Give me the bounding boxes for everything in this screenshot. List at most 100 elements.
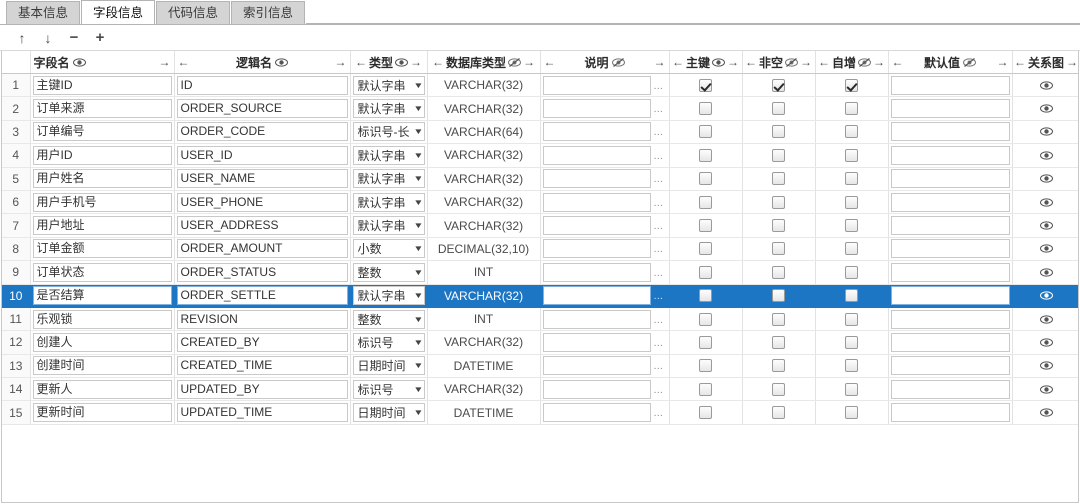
type-cell[interactable]: 日期时间 ▼ xyxy=(350,354,428,379)
type-cell[interactable]: 日期时间 ▼ xyxy=(350,400,428,425)
resize-left-arrow-icon[interactable]: ← xyxy=(432,55,444,69)
primary-key-cell[interactable] xyxy=(669,143,743,168)
eye-icon[interactable] xyxy=(1039,360,1053,371)
default-value-input[interactable] xyxy=(890,216,1010,236)
field-name-input[interactable]: 创建人 xyxy=(32,332,172,352)
desc-cell[interactable]: … xyxy=(540,330,670,355)
type-cell[interactable]: 标识号 ▼ xyxy=(350,377,428,402)
not-null-cell[interactable] xyxy=(742,330,816,355)
resize-left-arrow-icon[interactable]: ← xyxy=(1014,55,1026,69)
logic-name-cell[interactable]: CREATED_BY xyxy=(174,330,351,355)
header-type[interactable]: ← 类型 → xyxy=(350,51,428,74)
desc-more-button[interactable]: … xyxy=(651,403,667,422)
resize-right-arrow-icon[interactable]: → xyxy=(410,55,422,69)
default-value-input[interactable] xyxy=(890,122,1010,142)
default-value-cell[interactable] xyxy=(888,190,1013,215)
primary-key-checkbox[interactable] xyxy=(699,335,712,349)
desc-input[interactable] xyxy=(542,309,651,329)
field-name-cell[interactable]: 用户姓名 xyxy=(30,167,175,191)
table-row[interactable]: 6 用户手机号 USER_PHONE 默认字串 ▼ VARCHAR(32)… xyxy=(2,190,1078,215)
table-row[interactable]: 9 订单状态 ORDER_STATUS 整数 ▼ INT… xyxy=(2,260,1078,285)
type-select[interactable]: 整数 ▼ xyxy=(352,262,425,282)
desc-cell[interactable]: … xyxy=(540,354,670,379)
eye-icon[interactable] xyxy=(1039,173,1053,184)
desc-input[interactable] xyxy=(542,99,651,119)
field-name-cell[interactable]: 订单状态 xyxy=(30,260,175,285)
desc-cell[interactable]: … xyxy=(540,237,670,262)
logic-name-input[interactable]: USER_ID xyxy=(176,145,348,165)
logic-name-cell[interactable]: CREATED_TIME xyxy=(174,354,351,379)
resize-left-arrow-icon[interactable]: ← xyxy=(672,55,684,69)
not-null-cell[interactable] xyxy=(742,143,816,168)
desc-cell[interactable]: … xyxy=(540,96,670,121)
default-value-input[interactable] xyxy=(890,309,1010,329)
default-value-input[interactable] xyxy=(890,356,1010,376)
not-null-cell[interactable] xyxy=(742,96,816,121)
auto-increment-cell[interactable] xyxy=(815,354,889,379)
desc-more-button[interactable]: … xyxy=(651,193,667,212)
row-number-cell[interactable]: 15 xyxy=(2,400,31,425)
field-name-cell[interactable]: 用户地址 xyxy=(30,213,175,238)
field-name-input[interactable]: 订单状态 xyxy=(32,262,172,282)
not-null-checkbox[interactable] xyxy=(772,125,785,139)
not-null-cell[interactable] xyxy=(742,354,816,379)
type-select[interactable]: 整数 ▼ xyxy=(352,309,425,329)
not-null-checkbox[interactable] xyxy=(772,219,785,233)
primary-key-cell[interactable] xyxy=(669,400,743,425)
desc-more-button[interactable]: … xyxy=(651,216,667,235)
resize-left-arrow-icon[interactable]: ← xyxy=(355,55,367,69)
auto-increment-checkbox[interactable] xyxy=(845,406,858,420)
not-null-checkbox[interactable] xyxy=(772,102,785,116)
diagram-cell[interactable] xyxy=(1012,190,1078,215)
logic-name-cell[interactable]: USER_ID xyxy=(174,143,351,168)
desc-more-button[interactable]: … xyxy=(651,99,667,118)
field-name-cell[interactable]: 订单编号 xyxy=(30,120,175,145)
auto-increment-checkbox[interactable] xyxy=(845,289,858,303)
desc-input[interactable] xyxy=(542,403,651,423)
primary-key-cell[interactable] xyxy=(669,190,743,215)
row-number-cell[interactable]: 13 xyxy=(2,354,31,379)
diagram-cell[interactable] xyxy=(1012,167,1078,191)
primary-key-cell[interactable] xyxy=(669,120,743,145)
row-number-cell[interactable]: 1 xyxy=(2,73,31,98)
diagram-cell[interactable] xyxy=(1012,330,1078,355)
logic-name-cell[interactable]: USER_NAME xyxy=(174,167,351,191)
default-value-cell[interactable] xyxy=(888,307,1013,332)
not-null-cell[interactable] xyxy=(742,260,816,285)
desc-cell[interactable]: … xyxy=(540,73,670,98)
logic-name-cell[interactable]: REVISION xyxy=(174,307,351,332)
not-null-checkbox[interactable] xyxy=(772,335,785,349)
eye-icon[interactable] xyxy=(1039,290,1053,301)
table-row[interactable]: 1 主键ID ID 默认字串 ▼ VARCHAR(32)… xyxy=(2,73,1078,98)
primary-key-cell[interactable] xyxy=(669,354,743,379)
primary-key-checkbox[interactable] xyxy=(699,125,712,139)
diagram-cell[interactable] xyxy=(1012,400,1078,425)
auto-increment-cell[interactable] xyxy=(815,190,889,215)
eye-icon[interactable] xyxy=(1039,384,1053,395)
table-row[interactable]: 14 更新人 UPDATED_BY 标识号 ▼ VARCHAR(32)… xyxy=(2,377,1078,402)
auto-increment-cell[interactable] xyxy=(815,260,889,285)
resize-right-arrow-icon[interactable]: → xyxy=(873,55,885,69)
auto-increment-checkbox[interactable] xyxy=(845,195,858,209)
auto-increment-checkbox[interactable] xyxy=(845,359,858,373)
not-null-checkbox[interactable] xyxy=(772,289,785,303)
not-null-cell[interactable] xyxy=(742,120,816,145)
auto-increment-checkbox[interactable] xyxy=(845,219,858,233)
eye-icon[interactable] xyxy=(1039,337,1053,348)
desc-cell[interactable]: … xyxy=(540,190,670,215)
logic-name-input[interactable]: CREATED_TIME xyxy=(176,356,348,376)
field-name-input[interactable]: 用户手机号 xyxy=(32,192,172,212)
desc-more-button[interactable]: … xyxy=(651,239,667,258)
logic-name-input[interactable]: USER_PHONE xyxy=(176,192,348,212)
logic-name-input[interactable]: UPDATED_BY xyxy=(176,379,348,399)
type-select[interactable]: 标识号 ▼ xyxy=(352,379,425,399)
row-number-cell[interactable]: 10 xyxy=(2,284,31,308)
desc-cell[interactable]: … xyxy=(540,260,670,285)
auto-increment-checkbox[interactable] xyxy=(845,125,858,139)
type-cell[interactable]: 默认字串 ▼ xyxy=(350,143,428,168)
type-cell[interactable]: 默认字串 ▼ xyxy=(350,284,428,308)
diagram-cell[interactable] xyxy=(1012,96,1078,121)
auto-increment-cell[interactable] xyxy=(815,143,889,168)
logic-name-input[interactable]: USER_NAME xyxy=(176,169,348,189)
primary-key-cell[interactable] xyxy=(669,167,743,191)
